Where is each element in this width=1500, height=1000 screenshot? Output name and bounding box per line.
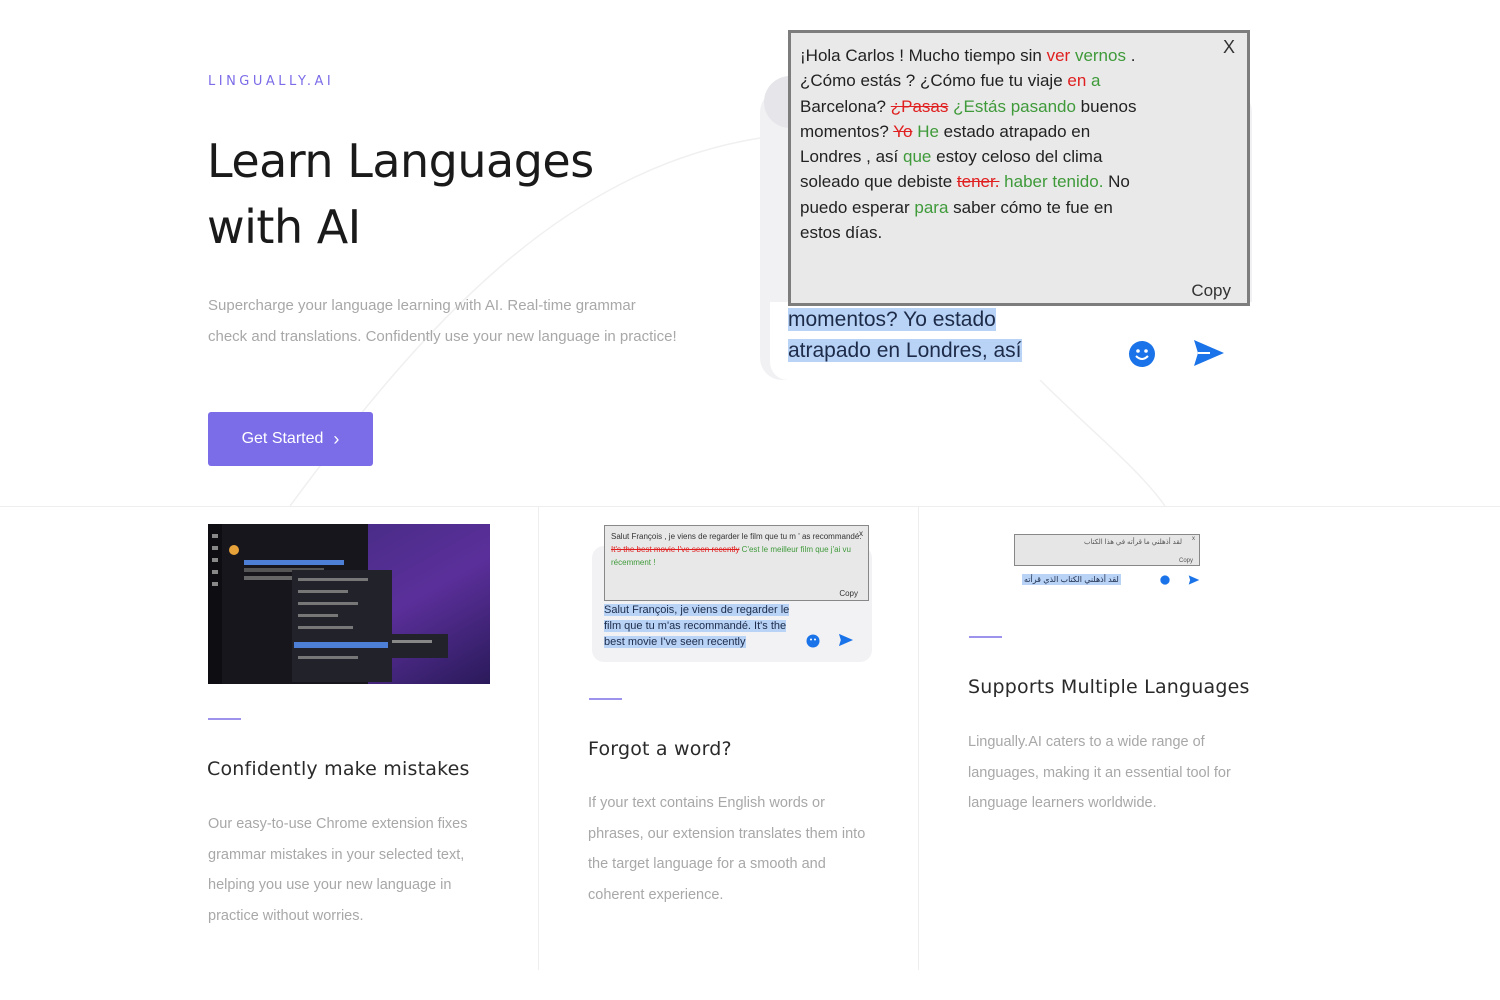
feature2-accent-bar bbox=[589, 698, 622, 700]
feature2-screenshot: Salut François , je viens de regarder le… bbox=[592, 522, 872, 662]
hero-subtitle: Supercharge your language learning with … bbox=[208, 297, 677, 345]
demo-segment: a bbox=[1086, 71, 1101, 91]
emoji-icon[interactable] bbox=[806, 634, 820, 648]
demo-segment: He bbox=[912, 121, 939, 141]
compose-line2: atrapado en Londres, así bbox=[788, 339, 1022, 362]
demo-segment: Barcelona? bbox=[800, 96, 891, 116]
translation-popup: لقد أذهلني ما قرأته في هذا الكتاب x Copy bbox=[1014, 534, 1200, 566]
send-icon[interactable] bbox=[1192, 336, 1226, 370]
correction-text: ¡Hola Carlos ! Mucho tiempo sin ver vern… bbox=[800, 43, 1140, 245]
copy-button[interactable]: Copy bbox=[1179, 558, 1193, 564]
desktop-screenshot bbox=[208, 524, 490, 684]
demo-segment: que bbox=[903, 147, 932, 167]
compose-selected-text[interactable]: لقد أذهلني الكتاب الذي قرأته bbox=[1022, 574, 1121, 585]
get-started-label: Get Started bbox=[241, 430, 324, 447]
compose-selected-text[interactable]: Salut François, je viens de regarder le … bbox=[604, 602, 800, 650]
emoji-icon[interactable] bbox=[1160, 575, 1170, 585]
translation-text: Salut François , je viens de regarder le… bbox=[611, 530, 862, 569]
close-icon[interactable]: X bbox=[1223, 37, 1235, 58]
compose-selected-text[interactable]: momentos? Yo estado atrapado en Londres,… bbox=[788, 304, 1098, 366]
f2-demo-segment: Salut François , je viens de regarder le… bbox=[611, 532, 862, 541]
demo-segment: para bbox=[914, 197, 949, 217]
get-started-button[interactable]: Get Started › bbox=[208, 412, 373, 466]
f2-demo-segment: It's the best movie I've seen recently bbox=[611, 545, 740, 554]
demo-segment: Yo bbox=[893, 121, 913, 141]
correction-popup: ¡Hola Carlos ! Mucho tiempo sin ver vern… bbox=[788, 30, 1250, 306]
feature2-title: Forgot a word? bbox=[588, 738, 732, 760]
hero-title-line2: with AI bbox=[207, 200, 361, 254]
feature1-accent-bar bbox=[208, 718, 241, 720]
hero-demo: momentos? Yo estado atrapado en Londres,… bbox=[760, 30, 1252, 380]
demo-segment: en bbox=[1067, 71, 1087, 91]
copy-button[interactable]: Copy bbox=[839, 587, 858, 600]
close-icon[interactable]: x bbox=[859, 527, 863, 540]
chevron-right-icon: › bbox=[333, 429, 340, 449]
demo-segment: ver bbox=[1046, 46, 1071, 65]
feature1-desc: Our easy-to-use Chrome extension fixes g… bbox=[208, 816, 468, 924]
close-icon[interactable]: x bbox=[1192, 536, 1195, 542]
compose-line1: momentos? Yo estado bbox=[788, 308, 996, 331]
feature3-title: Supports Multiple Languages bbox=[968, 676, 1250, 698]
section-divider bbox=[0, 506, 1500, 507]
send-icon[interactable] bbox=[1188, 574, 1200, 586]
demo-segment: ¿Pasas bbox=[890, 96, 949, 116]
demo-segment: vernos bbox=[1070, 46, 1126, 65]
translation-text: لقد أذهلني ما قرأته في هذا الكتاب bbox=[1083, 539, 1182, 546]
feature3-desc: Lingually.AI caters to a wide range of l… bbox=[968, 734, 1231, 811]
column-divider bbox=[918, 506, 919, 970]
translation-popup: Salut François , je viens de regarder le… bbox=[604, 525, 869, 601]
column-divider bbox=[538, 506, 539, 970]
hero-title-line1: Learn Languages bbox=[207, 134, 594, 188]
emoji-icon[interactable] bbox=[1128, 340, 1156, 368]
feature1-screenshot bbox=[208, 524, 490, 684]
feature1-title: Confidently make mistakes bbox=[207, 758, 470, 780]
demo-segment: haber tenido. bbox=[999, 172, 1104, 192]
demo-segment: tener. bbox=[956, 172, 1000, 192]
send-icon[interactable] bbox=[838, 632, 854, 648]
demo-segment: ¿Estás pasando bbox=[948, 96, 1076, 116]
feature3-accent-bar bbox=[969, 636, 1002, 638]
demo-segment: ¡Hola Carlos ! Mucho tiempo sin bbox=[800, 46, 1047, 65]
feature3-screenshot: لقد أذهلني ما قرأته في هذا الكتاب x Copy… bbox=[1014, 534, 1204, 594]
brand-label: LINGUALLY.AI bbox=[208, 74, 335, 89]
hero-title: Learn Languages with AI bbox=[207, 128, 707, 260]
copy-button[interactable]: Copy bbox=[1191, 281, 1231, 301]
compose-text: Salut François, je viens de regarder le … bbox=[604, 604, 790, 648]
feature2-desc: If your text contains English words or p… bbox=[588, 795, 866, 903]
